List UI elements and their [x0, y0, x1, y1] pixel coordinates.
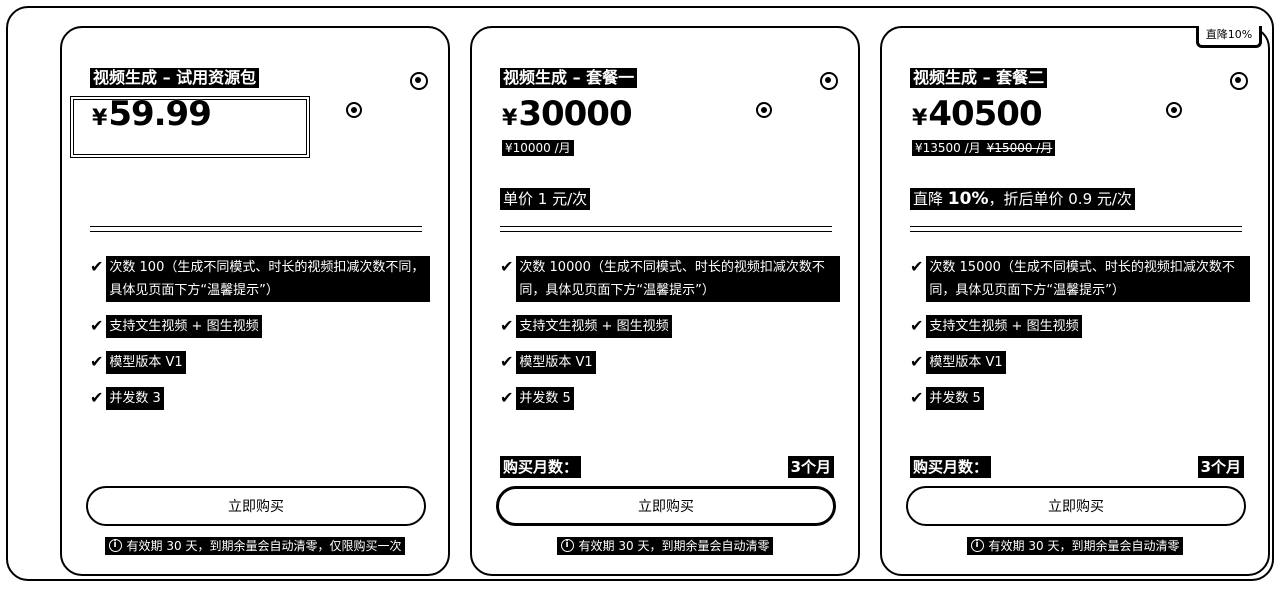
pricing-cards: 视频生成 – 试用资源包 ¥59.99 ✔ 次数 100（生成不同模式、时长的视… [60, 26, 1270, 576]
price-value: 59.99 [108, 94, 212, 134]
price: ¥59.99 [92, 94, 212, 134]
currency-symbol: ¥ [502, 106, 517, 131]
info-icon: i [108, 539, 122, 552]
discount-tag: 直降10% [1196, 26, 1262, 48]
months-selector[interactable]: 3个月 [787, 456, 834, 478]
price: ¥40500 [912, 94, 1043, 134]
buy-now-button[interactable]: 立即购买 [86, 486, 426, 526]
sparkle-icon [346, 102, 362, 118]
feature-item: ✔ 次数 100（生成不同模式、时长的视频扣减次数不同，具体见页面下方“温馨提示… [90, 256, 430, 302]
validity-note: i 有效期 30 天，到期余量会自动清零 [882, 536, 1268, 555]
buy-now-button[interactable]: 立即购买 [496, 486, 836, 526]
months-label: 购买月数： [500, 456, 582, 478]
check-icon: ✔ [90, 352, 104, 371]
sparkle-icon [1230, 72, 1248, 90]
feature-item: ✔ 并发数 5 [500, 387, 840, 410]
validity-note: i 有效期 30 天，到期余量会自动清零，仅限购买一次 [62, 536, 448, 555]
check-icon: ✔ [90, 388, 104, 407]
months-label: 购买月数： [910, 456, 992, 478]
divider [500, 226, 832, 232]
months-selector[interactable]: 3个月 [1197, 456, 1244, 478]
check-icon: ✔ [90, 257, 104, 276]
feature-list: ✔ 次数 100（生成不同模式、时长的视频扣减次数不同，具体见页面下方“温馨提示… [90, 256, 430, 423]
check-icon: ✔ [910, 316, 924, 335]
price-value: 30000 [518, 94, 632, 134]
original-price: ¥15000 /月 [986, 141, 1053, 155]
currency-symbol: ¥ [912, 106, 927, 131]
check-icon: ✔ [500, 352, 514, 371]
feature-item: ✔ 模型版本 V1 [910, 351, 1250, 374]
check-icon: ✔ [910, 352, 924, 371]
monthly-price: ¥10000 /月 [502, 140, 574, 156]
feature-item: ✔ 并发数 3 [90, 387, 430, 410]
price-value: 40500 [928, 94, 1042, 134]
pricing-card-plan-2: 视频生成 – 套餐二 ¥40500 ¥13500 /月 ¥15000 /月 直降 … [880, 26, 1270, 576]
feature-item: ✔ 支持文生视频 + 图生视频 [910, 315, 1250, 338]
currency-symbol: ¥ [92, 106, 107, 131]
discount-promo: 直降 10%，折后单价 0.9 元/次 [910, 188, 1135, 210]
feature-list: ✔ 次数 10000（生成不同模式、时长的视频扣减次数不同，具体见页面下方“温馨… [500, 256, 840, 423]
pricing-page: 视频生成 – 试用资源包 ¥59.99 ✔ 次数 100（生成不同模式、时长的视… [6, 6, 1274, 581]
card-title: 视频生成 – 试用资源包 [90, 68, 260, 88]
sparkle-icon [820, 72, 838, 90]
monthly-price: ¥13500 /月 ¥15000 /月 [912, 140, 1056, 156]
feature-item: ✔ 模型版本 V1 [90, 351, 430, 374]
feature-item: ✔ 模型版本 V1 [500, 351, 840, 374]
check-icon: ✔ [500, 257, 514, 276]
feature-item: ✔ 支持文生视频 + 图生视频 [500, 315, 840, 338]
feature-item: ✔ 支持文生视频 + 图生视频 [90, 315, 430, 338]
check-icon: ✔ [90, 316, 104, 335]
buy-now-button[interactable]: 立即购买 [906, 486, 1246, 526]
check-icon: ✔ [500, 316, 514, 335]
sparkle-icon [1166, 102, 1182, 118]
info-icon: i [970, 539, 984, 552]
pricing-card-plan-1: 视频生成 – 套餐一 ¥30000 ¥10000 /月 单价 1 元/次 ✔ 次… [470, 26, 860, 576]
price: ¥30000 [502, 94, 633, 134]
card-title: 视频生成 – 套餐一 [500, 68, 638, 88]
check-icon: ✔ [910, 388, 924, 407]
info-icon: i [560, 539, 574, 552]
feature-item: ✔ 并发数 5 [910, 387, 1250, 410]
unit-price-promo: 单价 1 元/次 [500, 188, 591, 210]
feature-item: ✔ 次数 15000（生成不同模式、时长的视频扣减次数不同，具体见页面下方“温馨… [910, 256, 1250, 302]
check-icon: ✔ [910, 257, 924, 276]
validity-note: i 有效期 30 天，到期余量会自动清零 [472, 536, 858, 555]
card-title: 视频生成 – 套餐二 [910, 68, 1048, 88]
divider [910, 226, 1242, 232]
check-icon: ✔ [500, 388, 514, 407]
feature-item: ✔ 次数 10000（生成不同模式、时长的视频扣减次数不同，具体见页面下方“温馨… [500, 256, 840, 302]
pricing-card-trial: 视频生成 – 试用资源包 ¥59.99 ✔ 次数 100（生成不同模式、时长的视… [60, 26, 450, 576]
sparkle-icon [410, 72, 428, 90]
sparkle-icon [756, 102, 772, 118]
divider [90, 226, 422, 232]
feature-list: ✔ 次数 15000（生成不同模式、时长的视频扣减次数不同，具体见页面下方“温馨… [910, 256, 1250, 423]
